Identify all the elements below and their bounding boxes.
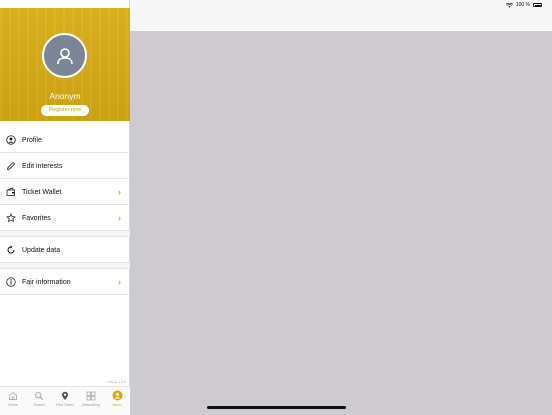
divider — [0, 294, 130, 295]
menu-item-fair-information[interactable]: Fair information › — [0, 269, 130, 295]
tab-label: Networking — [82, 403, 100, 407]
tab-label: Home — [8, 403, 18, 407]
home-icon — [8, 390, 19, 401]
user-icon — [56, 47, 73, 64]
menu-item-ticket-wallet[interactable]: Ticket Wallet › — [0, 179, 130, 205]
app-version: v.2022.1.0.0 — [106, 380, 126, 384]
tab-find-stand[interactable]: Find Stand — [52, 387, 78, 415]
chevron-right-icon: › — [118, 213, 121, 223]
wifi-icon — [505, 2, 513, 8]
tab-menu[interactable]: Menu — [104, 387, 130, 415]
tab-search[interactable]: Search — [26, 387, 52, 415]
menu-item-profile[interactable]: Profile — [0, 127, 130, 153]
tab-networking[interactable]: Networking — [78, 387, 104, 415]
profile-header: Anonym Register now — [0, 8, 130, 121]
menu-user-icon — [112, 390, 123, 401]
menu-item-label: Favorites — [22, 214, 51, 222]
tab-bar: Home Search Find Stand Networking Menu — [0, 386, 130, 415]
search-icon — [34, 390, 45, 401]
tab-home[interactable]: Home — [0, 387, 26, 415]
menu-item-label: Profile — [22, 136, 42, 144]
tab-label: Menu — [112, 403, 122, 407]
main-content-area[interactable] — [130, 31, 552, 414]
register-button[interactable]: Register now — [41, 105, 89, 116]
refresh-icon — [6, 245, 16, 255]
user-circle-icon — [6, 135, 16, 145]
username: Anonym — [49, 91, 81, 101]
tab-label: Search — [33, 403, 45, 407]
chevron-right-icon: › — [118, 187, 121, 197]
wallet-icon — [6, 187, 16, 197]
pencil-icon — [6, 161, 16, 171]
star-icon — [6, 213, 16, 223]
avatar[interactable] — [42, 33, 87, 78]
chevron-right-icon: › — [118, 277, 121, 287]
tab-label: Find Stand — [56, 403, 74, 407]
side-menu: Anonym Register now Profile Edit interes… — [0, 0, 130, 415]
menu-item-label: Update data — [22, 246, 61, 254]
menu-item-update-data[interactable]: Update data — [0, 237, 130, 263]
networking-icon — [86, 390, 97, 401]
menu-item-label: Ticket Wallet — [22, 188, 62, 196]
menu-item-label: Fair information — [22, 278, 71, 286]
battery-icon — [533, 3, 542, 7]
home-indicator[interactable] — [207, 406, 346, 409]
status-bar: 100 % — [0, 0, 552, 10]
map-pin-icon — [60, 390, 71, 401]
info-icon — [6, 277, 16, 287]
menu-item-label: Edit interests — [22, 162, 63, 170]
menu-item-edit-interests[interactable]: Edit interests — [0, 153, 130, 179]
battery-percentage: 100 % — [515, 2, 530, 8]
menu-item-favorites[interactable]: Favorites › — [0, 205, 130, 231]
